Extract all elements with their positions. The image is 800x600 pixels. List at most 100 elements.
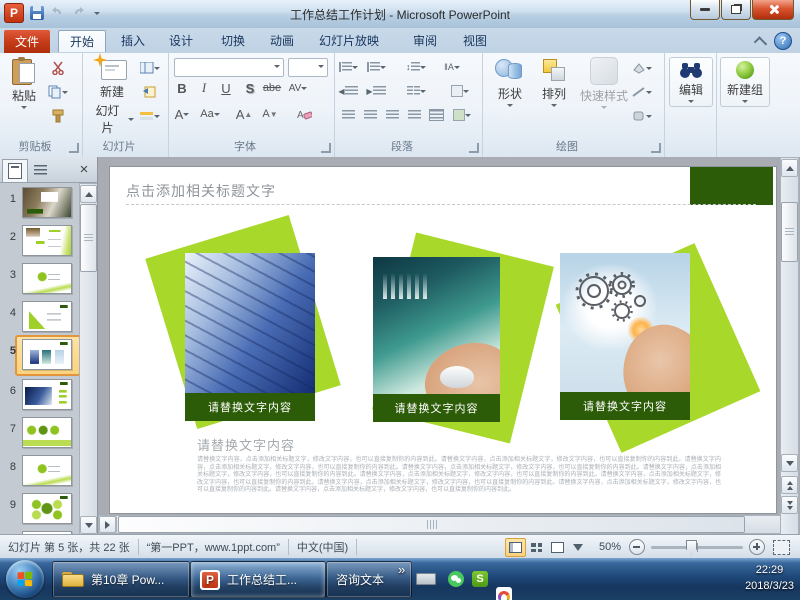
- quick-styles-button[interactable]: 快速样式: [578, 57, 630, 109]
- slide-layout-icon[interactable]: [140, 59, 160, 77]
- outline-tab[interactable]: [28, 159, 52, 181]
- body-text[interactable]: 请替换文字内容，点击添加相关标题文字，修改文字内容，也可以直接复制你的内容到此。…: [197, 457, 721, 495]
- bold-button[interactable]: B: [172, 79, 192, 97]
- format-painter-icon[interactable]: [48, 107, 68, 125]
- tab-insert[interactable]: 插入: [110, 30, 156, 51]
- panel-scrollbar[interactable]: [79, 183, 98, 534]
- zoom-in-button[interactable]: [749, 539, 765, 555]
- zoom-slider[interactable]: [651, 546, 743, 549]
- grow-font-button[interactable]: A▲: [234, 105, 254, 123]
- slide-thumbnail-4[interactable]: [22, 301, 72, 332]
- tab-file[interactable]: 文件: [4, 30, 50, 53]
- shape-effects-icon[interactable]: [632, 107, 652, 125]
- slide-thumbnail-5[interactable]: [22, 339, 72, 370]
- increase-indent-icon[interactable]: ▶: [366, 82, 386, 100]
- new-group-button[interactable]: 新建组: [720, 57, 770, 107]
- restore-button[interactable]: [721, 0, 751, 20]
- close-button[interactable]: [752, 0, 794, 20]
- normal-view-button[interactable]: [505, 538, 526, 557]
- text-shadow-button[interactable]: S: [240, 79, 260, 97]
- rainbow-tray-icon[interactable]: [496, 587, 512, 600]
- cut-icon[interactable]: [48, 59, 68, 77]
- slide-thumbnail-1[interactable]: [22, 187, 72, 218]
- italic-button[interactable]: I: [194, 79, 214, 97]
- help-icon[interactable]: ?: [774, 32, 792, 50]
- change-case-button[interactable]: Aa: [200, 105, 220, 123]
- photo-gears-hand[interactable]: [560, 253, 690, 392]
- paste-button[interactable]: 粘贴: [6, 57, 42, 109]
- smartart-convert-icon[interactable]: [452, 106, 472, 124]
- font-size-select[interactable]: [288, 58, 328, 77]
- font-dialog-launcher[interactable]: [321, 143, 331, 153]
- photo-data-mouse[interactable]: [373, 257, 500, 394]
- font-color-button[interactable]: A: [172, 105, 192, 123]
- keyboard-tray-icon[interactable]: [416, 573, 436, 585]
- slide-scrollbar[interactable]: [780, 157, 799, 536]
- slide-thumbnail-2[interactable]: [22, 225, 72, 256]
- panel-scrollbar-thumb[interactable]: [80, 204, 97, 272]
- align-right-icon[interactable]: [382, 106, 402, 124]
- text-direction-icon[interactable]: ‖A: [442, 58, 462, 76]
- slide-thumbnail-9[interactable]: [22, 493, 72, 524]
- sogou-tray-icon[interactable]: S: [472, 571, 488, 587]
- taskbar-button-folder[interactable]: 第10章 Pow...: [52, 561, 190, 598]
- strikethrough-button[interactable]: abe: [262, 79, 282, 97]
- photo-block-2[interactable]: 请替换文字内容: [373, 257, 500, 422]
- arrange-button[interactable]: 排列: [534, 57, 574, 107]
- horizontal-scrollbar[interactable]: [98, 515, 781, 534]
- tab-design[interactable]: 设计: [158, 30, 204, 51]
- scroll-up-icon[interactable]: [781, 159, 798, 177]
- next-slide-icon[interactable]: [781, 496, 798, 514]
- collapse-ribbon-icon[interactable]: [754, 36, 767, 49]
- slide-thumbnail-3[interactable]: [22, 263, 72, 294]
- tab-view[interactable]: 视图: [452, 30, 498, 51]
- align-text-icon[interactable]: [450, 82, 470, 100]
- zoom-out-button[interactable]: [629, 539, 645, 555]
- slide-title-placeholder[interactable]: 点击添加相关标题文字: [126, 181, 276, 201]
- tab-slideshow[interactable]: 幻灯片放映: [308, 30, 390, 51]
- photo-caption-3[interactable]: 请替换文字内容: [560, 392, 690, 420]
- body-heading[interactable]: 请替换文字内容: [197, 435, 295, 454]
- decrease-indent-icon[interactable]: ◀: [338, 82, 358, 100]
- slide-thumbnail-8[interactable]: [22, 455, 72, 486]
- start-button[interactable]: [6, 560, 44, 598]
- editing-button[interactable]: 编辑: [669, 57, 713, 107]
- distribute-icon[interactable]: [426, 106, 446, 124]
- panel-scroll-down-icon[interactable]: [80, 516, 97, 534]
- photo-block-3[interactable]: 请替换文字内容: [560, 253, 690, 420]
- slide-scrollbar-thumb[interactable]: [781, 202, 798, 262]
- tab-animations[interactable]: 动画: [259, 30, 305, 51]
- tab-home[interactable]: 开始: [58, 30, 106, 52]
- slide-thumbnail-7[interactable]: [22, 417, 72, 448]
- tab-review[interactable]: 审阅: [402, 30, 448, 51]
- copy-icon[interactable]: [48, 83, 68, 101]
- paragraph-dialog-launcher[interactable]: [469, 143, 479, 153]
- panel-scroll-up-icon[interactable]: [80, 185, 97, 203]
- minimize-button[interactable]: [690, 0, 720, 20]
- section-icon[interactable]: [140, 107, 160, 125]
- tab-transitions[interactable]: 切换: [210, 30, 256, 51]
- bullets-icon[interactable]: [338, 58, 358, 76]
- line-spacing-icon[interactable]: ↕: [406, 58, 426, 76]
- clipboard-dialog-launcher[interactable]: [69, 143, 79, 153]
- slide-canvas[interactable]: 点击添加相关标题文字 请替换文字内容 请替换文字内容: [110, 167, 776, 513]
- zoom-slider-thumb[interactable]: [686, 540, 697, 556]
- photo-caption-1[interactable]: 请替换文字内容: [185, 393, 315, 421]
- underline-button[interactable]: U: [216, 79, 236, 97]
- reading-view-button[interactable]: [547, 538, 568, 557]
- font-name-select[interactable]: [174, 58, 284, 77]
- slide-thumbnail-6[interactable]: [22, 379, 72, 410]
- previous-slide-icon[interactable]: [781, 476, 798, 494]
- align-left-icon[interactable]: [338, 106, 358, 124]
- tray-overflow-chevron[interactable]: »: [398, 562, 405, 577]
- horizontal-scrollbar-thumb[interactable]: [118, 516, 745, 533]
- clear-formatting-icon[interactable]: A: [294, 105, 314, 123]
- drawing-dialog-launcher[interactable]: [651, 143, 661, 153]
- reset-slide-icon[interactable]: [140, 83, 160, 101]
- close-panel-icon[interactable]: ×: [75, 160, 93, 178]
- slide-sorter-button[interactable]: [526, 538, 547, 557]
- new-slide-button[interactable]: 新建 幻灯片: [90, 57, 134, 136]
- language-indicator[interactable]: 中文(中国): [297, 539, 348, 555]
- shape-fill-icon[interactable]: [632, 59, 652, 77]
- taskbar-clock[interactable]: 22:29 2018/3/23: [745, 562, 794, 594]
